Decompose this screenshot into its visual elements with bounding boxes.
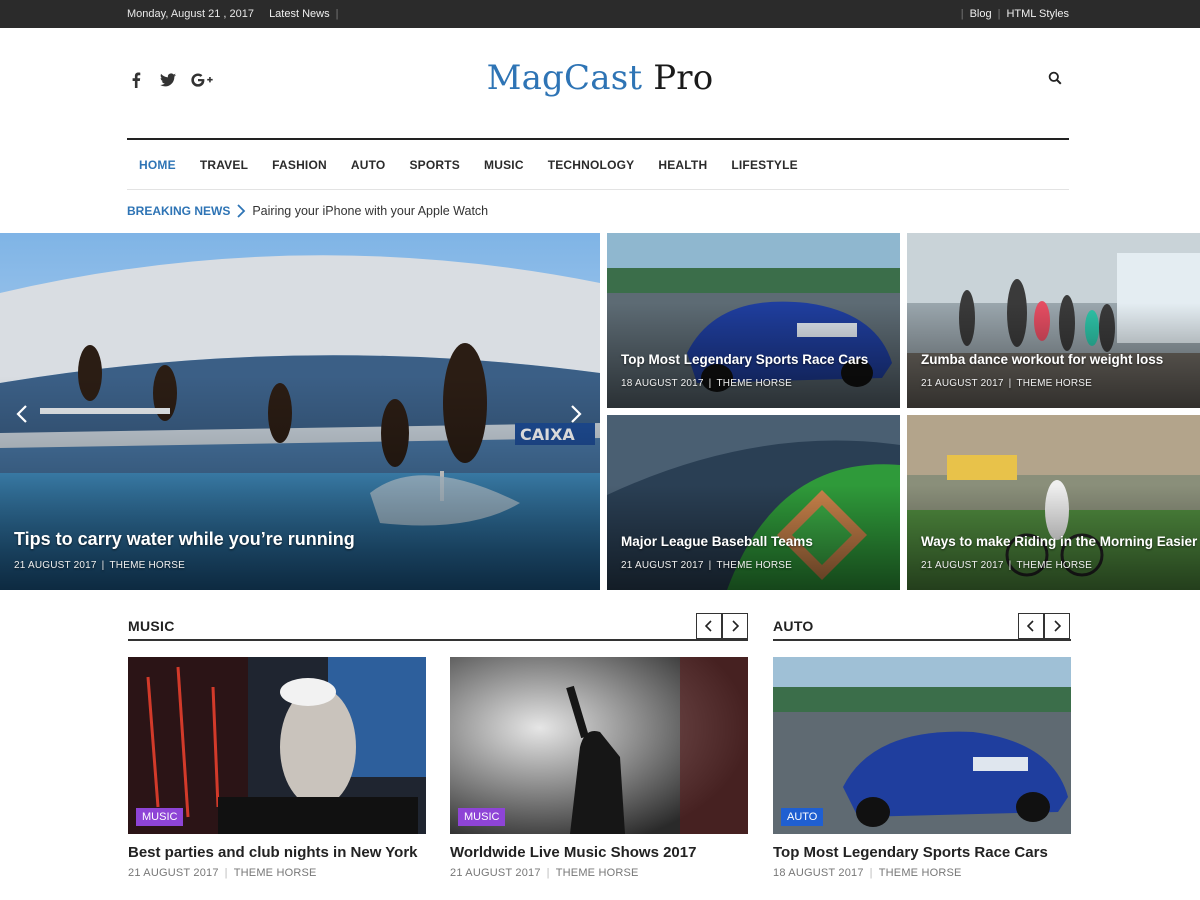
music-section-header: MUSIC — [128, 612, 748, 641]
latest-news-link[interactable]: Latest News — [269, 8, 330, 20]
chevron-left-icon — [705, 620, 712, 632]
slider-next-button[interactable] — [566, 400, 586, 428]
image-overlay — [0, 375, 600, 590]
site-logo[interactable]: MagCast Pro — [0, 58, 1200, 98]
hero-main-title[interactable]: Tips to carry water while you’re running — [14, 529, 355, 550]
post-card: MUSIC Worldwide Live Music Shows 2017 21… — [450, 657, 748, 879]
tile-meta: 21 AUGUST 2017 | THEME HORSE — [921, 560, 1092, 571]
post-title[interactable]: Worldwide Live Music Shows 2017 — [450, 844, 748, 861]
blog-link[interactable]: Blog — [970, 8, 992, 20]
top-bar: Monday, August 21 , 2017 Latest News | |… — [0, 0, 1200, 28]
main-navigation: HOME TRAVEL FASHION AUTO SPORTS MUSIC TE… — [127, 140, 1069, 190]
post-meta: 21 AUGUST 2017 | THEME HORSE — [128, 867, 426, 879]
category-badge[interactable]: MUSIC — [136, 808, 184, 826]
logo-text-main: MagCast — [486, 58, 643, 98]
breaking-news-bar: BREAKING NEWS Pairing your iPhone with y… — [127, 201, 488, 221]
divider: | — [708, 560, 712, 571]
hero-main-meta: 21 AUGUST 2017 | THEME HORSE — [14, 560, 185, 571]
divider: | — [546, 867, 550, 879]
tile-title[interactable]: Ways to make Riding in the Morning Easie… — [921, 534, 1197, 549]
nav-item-fashion[interactable]: FASHION — [260, 158, 339, 172]
nav-item-lifestyle[interactable]: LIFESTYLE — [719, 158, 809, 172]
section-title: AUTO — [773, 618, 814, 634]
post-author[interactable]: THEME HORSE — [556, 867, 639, 879]
post-thumbnail[interactable]: MUSIC — [450, 657, 748, 834]
tile-meta: 21 AUGUST 2017 | THEME HORSE — [621, 560, 792, 571]
post-title[interactable]: Top Most Legendary Sports Race Cars — [773, 844, 1071, 861]
breaking-news-headline[interactable]: Pairing your iPhone with your Apple Watc… — [252, 204, 488, 218]
hero-main-post[interactable]: CAIXA Tips to carry water while you’re r… — [0, 233, 600, 590]
hero-tile-zumba[interactable]: Zumba dance workout for weight loss 21 A… — [907, 233, 1200, 408]
auto-next-button[interactable] — [1044, 613, 1070, 639]
nav-item-health[interactable]: HEALTH — [646, 158, 719, 172]
nav-item-travel[interactable]: TRAVEL — [188, 158, 260, 172]
search-icon[interactable] — [1048, 71, 1064, 87]
post-date: 21 AUGUST 2017 — [621, 560, 704, 571]
nav-item-sports[interactable]: SPORTS — [397, 158, 472, 172]
current-date: Monday, August 21 , 2017 — [127, 8, 254, 20]
chevron-right-icon — [1054, 620, 1061, 632]
category-badge[interactable]: AUTO — [781, 808, 824, 826]
post-author[interactable]: THEME HORSE — [109, 560, 185, 571]
post-author[interactable]: THEME HORSE — [716, 378, 792, 389]
post-author[interactable]: THEME HORSE — [1016, 560, 1092, 571]
post-author[interactable]: THEME HORSE — [1016, 378, 1092, 389]
post-author[interactable]: THEME HORSE — [879, 867, 962, 879]
post-date: 18 AUGUST 2017 — [621, 378, 704, 389]
divider: | — [1008, 378, 1012, 389]
chevron-right-icon — [236, 204, 246, 218]
hero-tile-race-cars[interactable]: Top Most Legendary Sports Race Cars 18 A… — [607, 233, 900, 408]
divider: | — [335, 8, 339, 20]
post-author[interactable]: THEME HORSE — [716, 560, 792, 571]
tile-title[interactable]: Major League Baseball Teams — [621, 534, 813, 549]
tile-meta: 18 AUGUST 2017 | THEME HORSE — [621, 378, 792, 389]
post-date: 21 AUGUST 2017 — [14, 560, 97, 571]
divider: | — [869, 867, 873, 879]
post-date: 21 AUGUST 2017 — [921, 378, 1004, 389]
auto-prev-button[interactable] — [1018, 613, 1044, 639]
logo-text-suffix: Pro — [653, 58, 714, 98]
post-meta: 18 AUGUST 2017 | THEME HORSE — [773, 867, 1071, 879]
nav-item-music[interactable]: MUSIC — [472, 158, 536, 172]
post-date: 18 AUGUST 2017 — [773, 867, 864, 879]
html-styles-link[interactable]: HTML Styles — [1006, 8, 1069, 20]
chevron-right-icon — [732, 620, 739, 632]
divider: | — [708, 378, 712, 389]
post-date: 21 AUGUST 2017 — [450, 867, 541, 879]
post-date: 21 AUGUST 2017 — [921, 560, 1004, 571]
post-meta: 21 AUGUST 2017 | THEME HORSE — [450, 867, 748, 879]
top-bar-right: | Blog | HTML Styles — [955, 0, 1069, 28]
post-card: AUTO Top Most Legendary Sports Race Cars… — [773, 657, 1071, 879]
hero-tile-riding[interactable]: Ways to make Riding in the Morning Easie… — [907, 415, 1200, 590]
post-thumbnail[interactable]: AUTO — [773, 657, 1071, 834]
section-title: MUSIC — [128, 618, 175, 634]
top-bar-left: Monday, August 21 , 2017 Latest News | — [127, 0, 344, 28]
chevron-left-icon — [1027, 620, 1034, 632]
category-badge[interactable]: MUSIC — [458, 808, 506, 826]
auto-section-header: AUTO — [773, 612, 1071, 641]
nav-item-home[interactable]: HOME — [127, 158, 188, 172]
divider: | — [101, 560, 105, 571]
breaking-news-label: BREAKING NEWS — [127, 204, 231, 218]
tile-title[interactable]: Zumba dance workout for weight loss — [921, 352, 1163, 367]
tile-meta: 21 AUGUST 2017 | THEME HORSE — [921, 378, 1092, 389]
music-prev-button[interactable] — [696, 613, 722, 639]
slider-prev-button[interactable] — [12, 400, 32, 428]
divider: | — [1008, 560, 1012, 571]
music-next-button[interactable] — [722, 613, 748, 639]
post-thumbnail[interactable]: MUSIC — [128, 657, 426, 834]
divider — [260, 8, 263, 20]
nav-item-auto[interactable]: AUTO — [339, 158, 398, 172]
hero-tile-baseball[interactable]: Major League Baseball Teams 21 AUGUST 20… — [607, 415, 900, 590]
tile-title[interactable]: Top Most Legendary Sports Race Cars — [621, 352, 868, 367]
post-card: MUSIC Best parties and club nights in Ne… — [128, 657, 426, 879]
divider: | — [224, 867, 228, 879]
divider: | — [960, 8, 964, 20]
post-author[interactable]: THEME HORSE — [234, 867, 317, 879]
post-title[interactable]: Best parties and club nights in New York — [128, 844, 426, 861]
nav-item-technology[interactable]: TECHNOLOGY — [536, 158, 647, 172]
post-date: 21 AUGUST 2017 — [128, 867, 219, 879]
divider: | — [997, 8, 1001, 20]
